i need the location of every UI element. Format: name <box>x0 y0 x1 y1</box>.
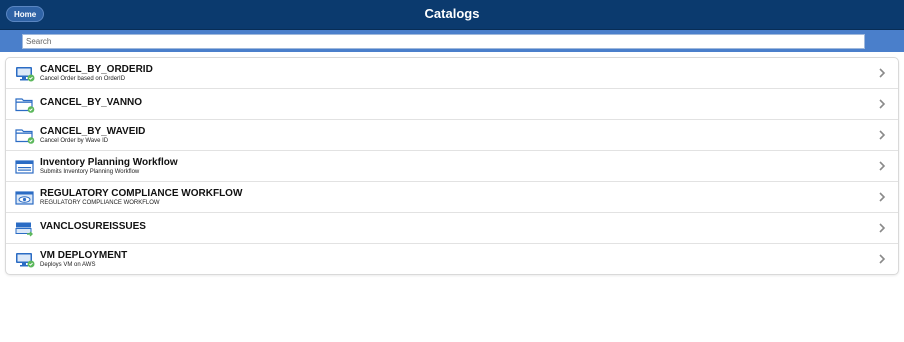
window-icon <box>15 160 34 174</box>
search-input[interactable] <box>22 34 865 49</box>
chevron-right-icon <box>879 68 886 78</box>
eye-window-icon <box>15 191 34 205</box>
catalog-item-title: VANCLOSUREISSUES <box>40 221 146 232</box>
monitor-check-icon <box>16 67 35 82</box>
catalog-item-regulatory-compliance-workflow[interactable]: REGULATORY COMPLIANCE WORKFLOW REGULATOR… <box>6 182 898 213</box>
catalog-item-vanclosureissues[interactable]: VANCLOSUREISSUES <box>6 213 898 244</box>
catalog-item-title: CANCEL_BY_WAVEID <box>40 126 146 137</box>
catalog-item-description: Cancel Order by Wave ID <box>40 138 109 144</box>
catalog-item-description: Cancel Order based on OrderID <box>40 76 126 82</box>
search-bar <box>0 30 904 52</box>
chevron-right-icon <box>879 130 886 140</box>
catalog-item-title: REGULATORY COMPLIANCE WORKFLOW <box>40 188 243 199</box>
catalog-item-title: Inventory Planning Workflow <box>40 157 178 168</box>
server-arrow-icon <box>15 222 33 237</box>
folder-check-icon <box>15 129 35 144</box>
catalog-item-description: REGULATORY COMPLIANCE WORKFLOW <box>40 200 160 206</box>
catalog-item-inventory-planning-workflow[interactable]: Inventory Planning Workflow Submits Inve… <box>6 151 898 182</box>
catalog-item-vm-deployment[interactable]: VM DEPLOYMENT Deploys VM on AWS <box>6 244 898 274</box>
catalog-item-cancel-by-orderid[interactable]: CANCEL_BY_ORDERID Cancel Order based on … <box>6 58 898 89</box>
chevron-right-icon <box>879 99 886 109</box>
chevron-right-icon <box>879 223 886 233</box>
page-title: Catalogs <box>424 6 480 21</box>
catalog-list: CANCEL_BY_ORDERID Cancel Order based on … <box>5 57 899 275</box>
catalog-item-description: Deploys VM on AWS <box>40 262 96 268</box>
catalog-item-cancel-by-vanno[interactable]: CANCEL_BY_VANNO <box>6 89 898 120</box>
monitor-check-icon <box>16 253 35 268</box>
catalog-item-title: CANCEL_BY_VANNO <box>40 97 143 108</box>
top-bar: Home Catalogs <box>0 0 904 30</box>
catalog-item-cancel-by-waveid[interactable]: CANCEL_BY_WAVEID Cancel Order by Wave ID <box>6 120 898 151</box>
chevron-right-icon <box>879 161 886 171</box>
catalog-item-title: CANCEL_BY_ORDERID <box>40 64 153 75</box>
folder-check-icon <box>15 98 35 113</box>
catalog-item-description: Submits Inventory Planning Workflow <box>40 169 140 175</box>
catalog-item-title: VM DEPLOYMENT <box>40 250 128 261</box>
chevron-right-icon <box>879 254 886 264</box>
chevron-right-icon <box>879 192 886 202</box>
